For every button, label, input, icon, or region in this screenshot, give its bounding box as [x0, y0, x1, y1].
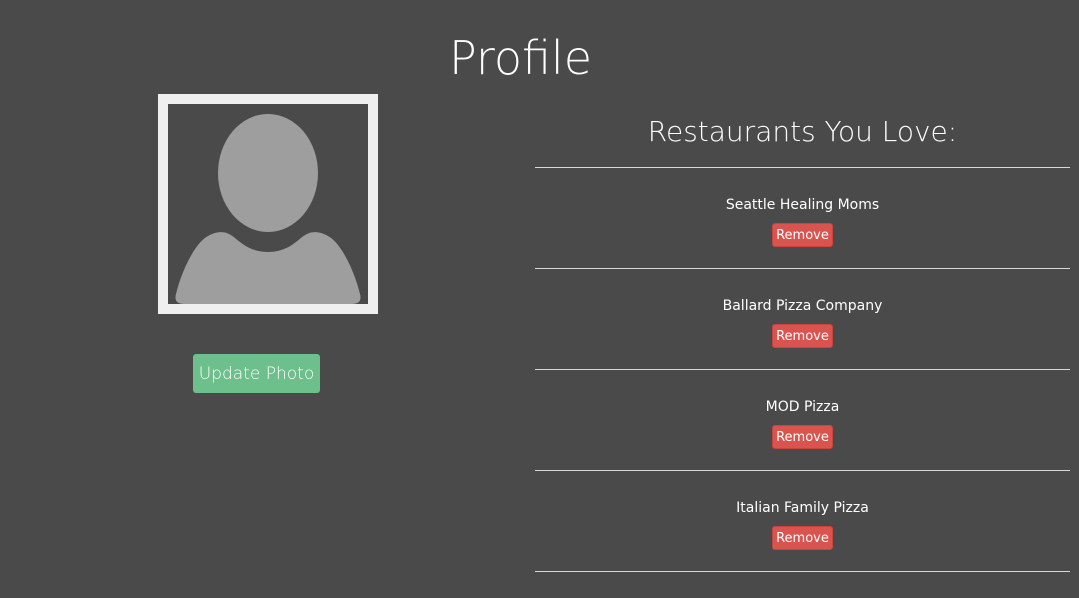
remove-button[interactable]: Remove	[772, 324, 833, 348]
restaurant-name: MOD Pizza	[765, 399, 840, 415]
remove-button[interactable]: Remove	[772, 223, 833, 247]
person-placeholder-icon	[175, 114, 361, 304]
favorite-restaurants-section: Restaurants You Love: Seattle Healing Mo…	[535, 108, 1070, 572]
restaurant-name: Seattle Healing Moms	[725, 197, 880, 213]
avatar	[168, 104, 368, 304]
update-photo-button[interactable]: Update Photo	[193, 354, 320, 393]
list-item: Italian Family Pizza Remove	[535, 471, 1070, 572]
restaurant-name: Italian Family Pizza	[736, 500, 869, 516]
favorites-heading: Restaurants You Love:	[535, 108, 1070, 168]
list-item: MOD Pizza Remove	[535, 370, 1070, 471]
page-title: Profile	[448, 31, 593, 85]
list-item: Ballard Pizza Company Remove	[535, 269, 1070, 370]
restaurant-name: Ballard Pizza Company	[722, 298, 883, 314]
list-item: Seattle Healing Moms Remove	[535, 168, 1070, 269]
profile-photo-frame	[158, 94, 378, 314]
remove-button[interactable]: Remove	[772, 526, 833, 550]
restaurant-list: Seattle Healing Moms Remove Ballard Pizz…	[535, 168, 1070, 572]
remove-button[interactable]: Remove	[772, 425, 833, 449]
